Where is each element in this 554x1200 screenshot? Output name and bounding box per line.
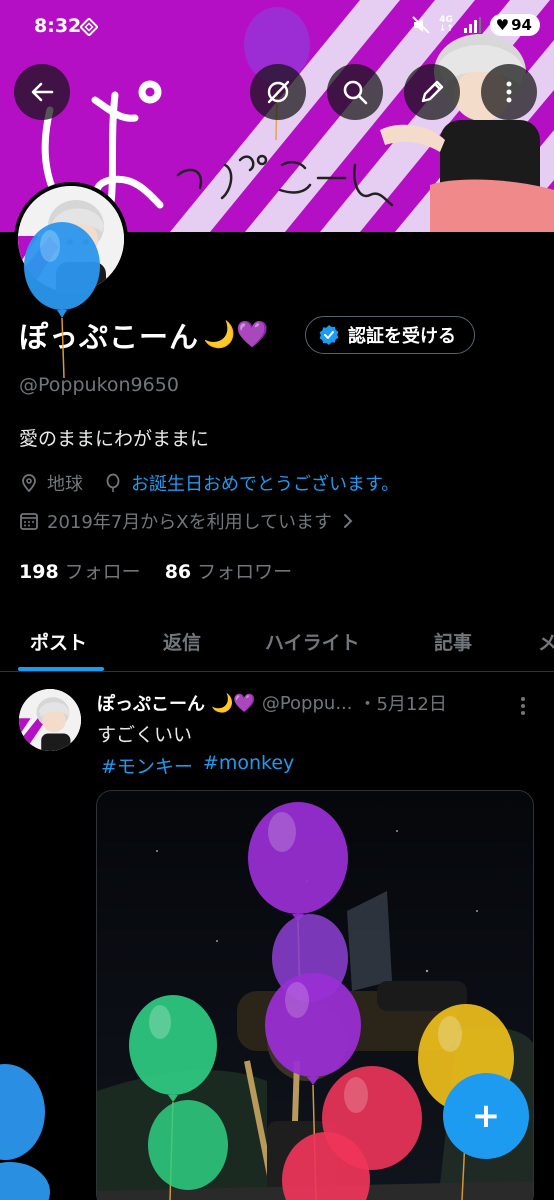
compose-button[interactable]	[404, 64, 460, 120]
follow-stats: 198 フォロー 86 フォロワー	[19, 557, 292, 584]
joined-date: 2019年7月からXを利用しています	[47, 512, 333, 533]
compose-fab-label: +	[471, 1096, 501, 1136]
get-verified-button[interactable]: 認証を受ける	[305, 316, 475, 354]
balloon-blue-bottom-left	[0, 1064, 50, 1200]
status-time: 8:32	[34, 15, 82, 37]
tab-posts[interactable]: ポスト	[30, 628, 87, 655]
post-text: すごくいい	[97, 724, 193, 746]
post-avatar[interactable]	[19, 689, 81, 751]
post-author-name[interactable]: ぽっぷこーん	[97, 690, 205, 716]
arrow-left-icon	[31, 82, 54, 102]
profile-bio: 愛のままにわがままに	[19, 428, 210, 450]
search-icon	[343, 80, 368, 105]
tab-articles[interactable]: 記事	[434, 628, 472, 655]
network-indicator: 4G ↓↑	[438, 15, 454, 34]
post-avatar-art	[19, 689, 81, 751]
vpn-shield-icon	[80, 18, 98, 36]
post-author-emoji: 🌙💜	[211, 692, 256, 714]
tab-replies[interactable]: 返信	[163, 628, 201, 655]
profile-handle: @Poppukon9650	[19, 374, 179, 396]
profile-location: 地球	[47, 474, 83, 495]
pencil-icon	[421, 80, 444, 103]
location-pin-icon	[22, 474, 36, 493]
grok-icon	[267, 80, 290, 104]
grok-button[interactable]	[250, 64, 306, 120]
heart-icon: ♥	[495, 16, 510, 34]
profile-meta-joined-row[interactable]: 2019年7月からXを利用しています	[19, 508, 356, 534]
active-tab-indicator	[18, 667, 104, 671]
chevron-right-icon	[344, 514, 353, 528]
hashtag-link[interactable]: #monkey	[203, 752, 294, 779]
hashtag-link[interactable]: #モンキー	[101, 752, 193, 779]
signal-icon	[463, 17, 481, 33]
profile-avatar[interactable]	[14, 182, 128, 296]
display-name-row: ぽっぷこーん 🌙💜	[19, 314, 270, 356]
display-name: ぽっぷこーん	[19, 320, 200, 354]
name-emoji: 🌙💜	[203, 320, 270, 350]
birthday-link[interactable]: お誕生日おめでとうございます。	[131, 470, 399, 496]
balloon-icon	[106, 473, 120, 492]
followers-link[interactable]: 86 フォロワー	[165, 557, 292, 584]
profile-tabs: ポスト 返信 ハイライト 記事 メ	[0, 612, 554, 672]
tab-media[interactable]: メ	[538, 628, 554, 655]
avatar-art	[18, 186, 124, 292]
verified-badge-icon	[319, 325, 339, 345]
battery-indicator: ♥ 94	[489, 14, 540, 36]
more-vertical-icon	[506, 81, 512, 103]
tab-highlights[interactable]: ハイライト	[265, 628, 360, 655]
search-button[interactable]	[327, 64, 383, 120]
calendar-icon	[20, 513, 38, 530]
profile-meta-location-row: 地球 お誕生日おめでとうございます。	[19, 470, 399, 496]
post-header: ぽっぷこーん 🌙💜 @Poppu... ・5月12日	[97, 690, 447, 716]
post-date[interactable]: ・5月12日	[358, 690, 446, 716]
back-button[interactable]	[14, 64, 70, 120]
mute-icon	[411, 16, 430, 34]
post-more-icon[interactable]	[520, 696, 526, 716]
compose-fab[interactable]: +	[443, 1073, 529, 1159]
post-hashtags: #モンキー #monkey	[101, 752, 294, 779]
post-author-handle[interactable]: @Poppu...	[262, 693, 353, 714]
get-verified-label: 認証を受ける	[348, 326, 456, 347]
more-button[interactable]	[481, 64, 537, 120]
following-link[interactable]: 198 フォロー	[19, 557, 141, 584]
status-bar: 8:32 4G ↓↑ ♥ 94	[0, 0, 554, 56]
